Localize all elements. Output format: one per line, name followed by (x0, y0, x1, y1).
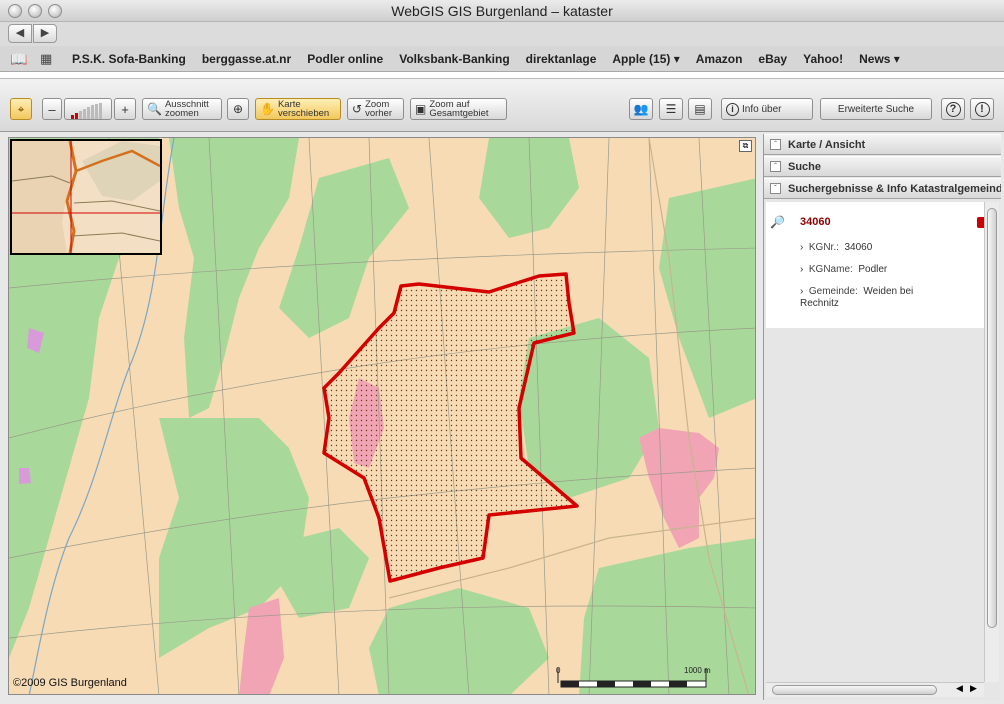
kgnr-label: KGNr.: (808, 242, 839, 253)
overview-map-drawing (12, 141, 160, 253)
list-button[interactable]: ☰ (659, 98, 683, 120)
horizontal-scrollbar[interactable]: ◀ ▶ (766, 682, 984, 697)
info-about-button[interactable]: i Info über (721, 98, 813, 120)
scale-end-label: 1000 m (684, 666, 711, 675)
advanced-search-button[interactable]: Erweiterte Suche (820, 98, 932, 120)
zoom-full-label-2: Gesamtgebiet (429, 108, 489, 119)
bookmark-item[interactable]: News ▾ (859, 52, 900, 66)
scroll-left-arrow-icon[interactable]: ◀ (956, 683, 963, 694)
kgname-label: KGName: (808, 264, 853, 275)
book-icon[interactable]: 📖 (10, 51, 27, 68)
zoom-previous-button[interactable]: ↺ Zoom vorher (347, 98, 404, 120)
section-ergebnisse-label: Suchergebnisse & Info Katastralgemeinde (788, 183, 1001, 195)
chevron-down-icon: ˇ (770, 183, 781, 194)
window-titlebar: WebGIS GIS Burgenland – kataster (0, 0, 1004, 22)
bookmark-item[interactable]: Amazon (696, 52, 743, 66)
section-suche-label: Suche (788, 161, 822, 173)
kgnr-value: 34060 (844, 242, 873, 253)
layers-icon: ▤ (694, 101, 706, 116)
zoom-in-button[interactable]: + (114, 98, 136, 120)
zoom-level-bars (71, 103, 102, 119)
result-kgnr: › KGNr.: 34060 (800, 242, 873, 253)
kgname-value: Podler (858, 264, 888, 275)
map-toolbar: ⌖ – + 🔍 Ausschnitt zoomen ⊕ ✋ Karte versch… (0, 78, 1004, 132)
back-button[interactable]: ◀ (8, 24, 32, 43)
zoom-full-extent-button[interactable]: ▣ Zoom auf Gesamtgebiet (410, 98, 507, 120)
grid-icon[interactable]: ▦ (40, 51, 52, 67)
section-karte-label: Karte / Ansicht (788, 139, 866, 151)
bookmark-item[interactable]: Apple (15) ▾ (612, 52, 679, 66)
maximize-map-icon[interactable]: ⧉ (739, 140, 752, 152)
bookmark-item[interactable]: P.S.K. Sofa-Banking (72, 52, 186, 66)
help-icon: ? (945, 101, 961, 117)
side-panel: ˆ Karte / Ansicht ˆ Suche ˇ Suchergebnis… (763, 134, 1001, 700)
section-suche[interactable]: ˆ Suche (764, 156, 1001, 177)
globe-icon: ▣ (415, 101, 427, 116)
bookmark-item[interactable]: Yahoo! (803, 52, 843, 66)
result-gemeinde: › Gemeinde: Weiden bei Rechnitz (800, 286, 914, 309)
magnifier-icon: 🔍 (147, 101, 162, 116)
help-button[interactable]: ? (941, 98, 965, 120)
list-icon: ☰ (665, 101, 677, 116)
gemeinde-label: Gemeinde: (808, 286, 858, 297)
bookmarks-bar: 📖 ▦ P.S.K. Sofa-Banking berggasse.at.nr Po… (0, 46, 1004, 72)
window-title: WebGIS GIS Burgenland – kataster (391, 3, 613, 19)
zoom-extent-label-2: zoomen (164, 108, 199, 119)
target-icon: ⊕ (232, 101, 244, 116)
bookmark-item[interactable]: berggasse.at.nr (202, 52, 291, 66)
forward-button[interactable]: ▶ (33, 24, 57, 43)
zoom-tool-button[interactable]: ⊕ (227, 98, 249, 120)
result-title[interactable]: 34060 (800, 216, 831, 228)
result-kgname: › KGName: Podler (800, 264, 888, 275)
bookmark-item[interactable]: Volksbank-Banking (399, 52, 509, 66)
scroll-right-arrow-icon[interactable]: ▶ (970, 683, 977, 694)
people-button[interactable]: 👥 (629, 98, 653, 120)
bookmark-item[interactable]: eBay (758, 52, 787, 66)
scale-start-label: 0 (556, 666, 561, 675)
zoom-to-result-icon[interactable]: 🔎 (770, 215, 785, 229)
hand-icon: ✋ (260, 101, 275, 116)
crosshair-icon: ⌖ (17, 101, 25, 116)
undo-icon: ↺ (352, 101, 363, 116)
vertical-scrollbar[interactable] (984, 202, 999, 682)
overview-map[interactable] (10, 139, 162, 255)
navigation-bar: ◀ ▶ (0, 22, 1004, 46)
section-suchergebnisse[interactable]: ˇ Suchergebnisse & Info Katastralgemeind… (764, 178, 1001, 199)
about-button[interactable]: ! (970, 98, 994, 120)
chevron-up-icon: ˆ (770, 139, 781, 150)
info-about-label: Info über (742, 103, 782, 115)
people-icon: 👥 (633, 101, 649, 116)
zoom-previous-label-2: vorher (365, 108, 392, 119)
zoom-out-button[interactable]: – (42, 98, 62, 120)
bookmark-item[interactable]: Podler online (307, 52, 383, 66)
section-karte-ansicht[interactable]: ˆ Karte / Ansicht (764, 134, 1001, 155)
info-icon: i (726, 102, 739, 116)
zoom-extent-button[interactable]: 🔍 Ausschnitt zoomen (142, 98, 222, 120)
about-icon: ! (974, 101, 990, 117)
advanced-search-label: Erweiterte Suche (837, 103, 915, 115)
zoom-level-slider[interactable] (64, 98, 112, 120)
pan-map-label-2: verschieben (277, 108, 330, 119)
layers-button[interactable]: ▤ (688, 98, 712, 120)
bookmark-item[interactable]: direktanlage (526, 52, 597, 66)
search-results: 🔎 34060 › KGNr.: 34060 › KGName: Podler … (766, 202, 986, 328)
bookmark-list: P.S.K. Sofa-Banking berggasse.at.nr Podler… (72, 52, 900, 66)
pan-map-button[interactable]: ✋ Karte verschieben (255, 98, 341, 120)
horizontal-scroll-thumb[interactable] (772, 685, 937, 695)
vertical-scroll-thumb[interactable] (987, 208, 997, 628)
map-copyright: ©2009 GIS Burgenland (13, 677, 127, 689)
select-tool-button[interactable]: ⌖ (10, 98, 32, 120)
chevron-up-icon: ˆ (770, 161, 781, 172)
